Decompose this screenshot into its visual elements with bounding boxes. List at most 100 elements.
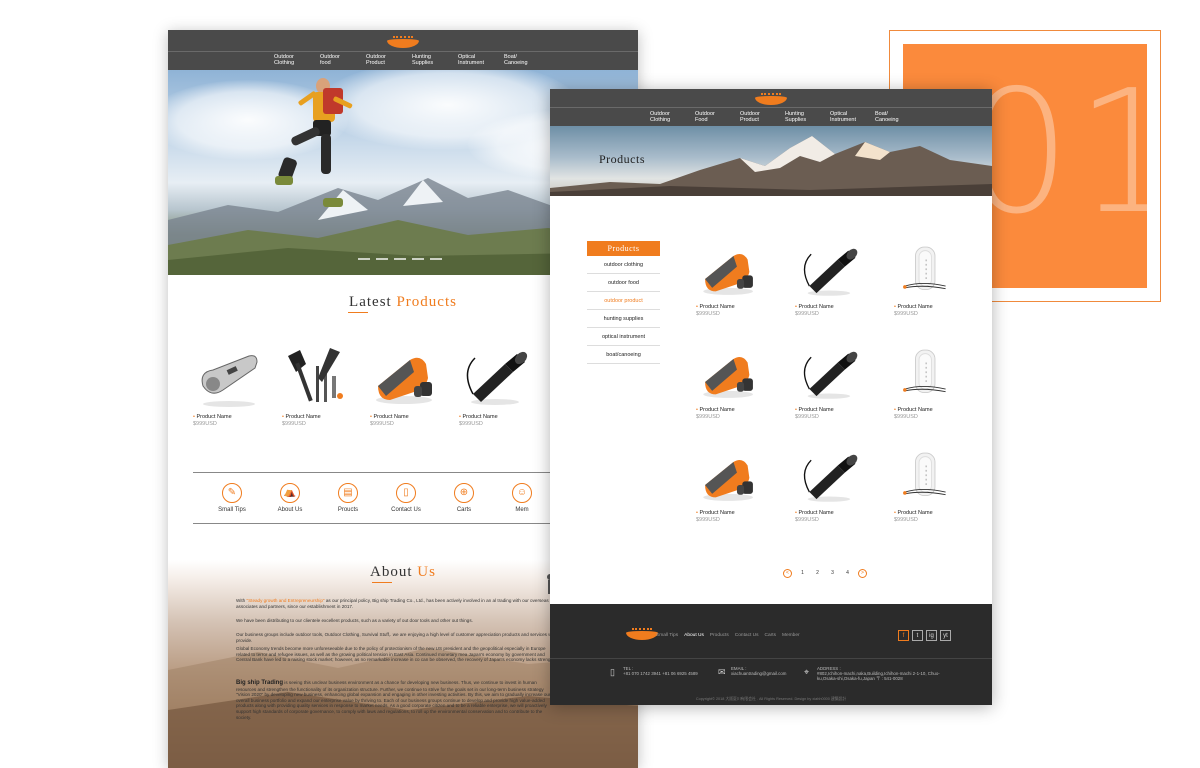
product-price: $999USD [696, 517, 720, 523]
products-page-mockup: Outdoor Clothing Outdoor Food Outdoor Prod… [550, 89, 992, 705]
product-image[interactable] [459, 342, 529, 412]
nav-item-6[interactable]: Boat/ Canoeing [504, 54, 550, 66]
product-name[interactable]: Product Name [282, 414, 358, 420]
product-card[interactable]: Product Name$999USD [193, 342, 269, 427]
product-image[interactable] [282, 342, 352, 412]
page-2-button[interactable]: 2 [813, 569, 822, 578]
category-item-outdoor-clothing[interactable]: outdoor clothing [587, 256, 660, 274]
category-item-optical-instrument[interactable]: optical instrument [587, 328, 660, 346]
carousel-dot[interactable] [412, 258, 424, 260]
footer-nav-contact-us[interactable]: Contact Us [735, 633, 759, 638]
service-small-tips[interactable]: ✎ Small Tips [202, 483, 262, 513]
page-3-button[interactable]: 3 [828, 569, 837, 578]
product-name[interactable]: Product Name [696, 304, 776, 310]
category-item-outdoor-food[interactable]: outdoor food [587, 274, 660, 292]
category-item-hunting-supplies[interactable]: hunting supplies [587, 310, 660, 328]
product-card[interactable]: Product Name$999USD [894, 240, 974, 317]
nav-item-3[interactable]: Outdoor Product [740, 111, 785, 123]
product-name[interactable]: Product Name [459, 414, 535, 420]
footer-nav-small-tips[interactable]: Small Tips [656, 633, 678, 638]
product-image[interactable] [795, 240, 861, 302]
product-image[interactable] [894, 240, 960, 302]
product-name[interactable]: Product Name [894, 304, 974, 310]
product-card[interactable]: Product Name$999USD [894, 446, 974, 523]
product-price: $999USD [795, 414, 819, 420]
product-image[interactable] [696, 240, 762, 302]
product-image[interactable] [795, 343, 861, 405]
carousel-dot[interactable] [394, 258, 406, 260]
product-card[interactable]: Product Name$999USD [459, 342, 535, 427]
service-contact-us[interactable]: ▯ Contact Us [376, 483, 436, 513]
product-card[interactable]: Product Name$999USD [795, 343, 875, 420]
nav-divider [550, 107, 992, 108]
email-value[interactable]: xiachuantrading@gmail.com [731, 671, 786, 676]
carousel-dot[interactable] [358, 258, 370, 260]
page-1-button[interactable]: 1 [798, 569, 807, 578]
facebook-icon[interactable]: f [898, 630, 909, 641]
logo-icon[interactable] [387, 36, 419, 48]
footer-nav-about-us[interactable]: About Us [684, 633, 704, 638]
product-price: $999USD [696, 311, 720, 317]
nav-item-4[interactable]: Hunting Supplies [785, 111, 830, 123]
page-4-button[interactable]: 4 [843, 569, 852, 578]
nav-item-2[interactable]: Outdoor Food [695, 111, 740, 123]
product-price: $999USD [795, 517, 819, 523]
nav-item-5[interactable]: Optical Instrument [458, 54, 504, 66]
product-card[interactable]: Product Name$999USD [696, 240, 776, 317]
service-proucts[interactable]: ▤ Proucts [318, 483, 378, 513]
flashlight-icon [466, 351, 528, 405]
nav-item-1[interactable]: Outdoor Clothing [650, 111, 695, 123]
prev-page-button[interactable]: < [783, 569, 792, 578]
product-name[interactable]: Product Name [894, 407, 974, 413]
instagram-icon[interactable]: ig [926, 630, 937, 641]
footer-nav-carts[interactable]: Carts [765, 633, 776, 638]
product-image[interactable] [795, 446, 861, 508]
carousel-dot[interactable] [430, 258, 442, 260]
nav-item-3[interactable]: Outdoor Product [366, 54, 412, 66]
category-item-outdoor-product[interactable]: outdoor product [587, 292, 660, 310]
service-mem[interactable]: ☺ Mem [492, 483, 552, 513]
product-name[interactable]: Product Name [894, 510, 974, 516]
next-page-button[interactable]: > [858, 569, 867, 578]
product-name[interactable]: Product Name [795, 407, 875, 413]
product-card[interactable]: Product Name$999USD [795, 240, 875, 317]
product-card[interactable]: Product Name$999USD [795, 446, 875, 523]
nav-item-1[interactable]: Outdoor Clothing [274, 54, 320, 66]
product-image[interactable] [894, 343, 960, 405]
nav-item-4[interactable]: Hunting Supplies [412, 54, 458, 66]
carousel-dot[interactable] [376, 258, 388, 260]
product-card[interactable]: Product Name$999USD [894, 343, 974, 420]
service-about-us[interactable]: ⛺ About Us [260, 483, 320, 513]
youtube-icon[interactable]: yt [940, 630, 951, 641]
product-name[interactable]: Product Name [696, 407, 776, 413]
category-item-boat-canoeing[interactable]: boat/canoeing [587, 346, 660, 364]
product-name[interactable]: Product Name [696, 510, 776, 516]
footer-logo-icon[interactable] [626, 628, 658, 640]
footer-nav-member[interactable]: Member [782, 633, 800, 638]
product-name[interactable]: Product Name [795, 510, 875, 516]
product-name[interactable]: Product Name [795, 304, 875, 310]
sleeping-bag-icon [703, 356, 753, 398]
product-card[interactable]: Product Name$999USD [282, 342, 358, 427]
product-image[interactable] [370, 342, 440, 412]
mail-icon: ✉ [718, 667, 726, 677]
product-image[interactable] [696, 446, 762, 508]
logo-icon[interactable] [755, 93, 787, 105]
nav-item-2[interactable]: Outdoor food [320, 54, 366, 66]
service-carts[interactable]: ⊕ Carts [434, 483, 494, 513]
mockup-showcase: 01 Outdoor Clothing Outdoor food Outdoor P… [0, 0, 1200, 768]
product-card[interactable]: Product Name$999USD [370, 342, 446, 427]
product-card[interactable]: Product Name$999USD [696, 446, 776, 523]
about-title-underline [372, 582, 392, 583]
product-card[interactable]: Product Name$999USD [696, 343, 776, 420]
product-image[interactable] [696, 343, 762, 405]
product-name[interactable]: Product Name [193, 414, 269, 420]
twitter-icon[interactable]: t [912, 630, 923, 641]
footer-nav-products[interactable]: Products [710, 633, 729, 638]
nav-item-6[interactable]: Boat/ Canoeing [875, 111, 920, 123]
product-image[interactable] [894, 446, 960, 508]
product-image[interactable] [193, 342, 263, 412]
product-name[interactable]: Product Name [370, 414, 446, 420]
nav-item-5[interactable]: Optical Instrument [830, 111, 875, 123]
tent-icon: ⛺ [280, 483, 300, 503]
